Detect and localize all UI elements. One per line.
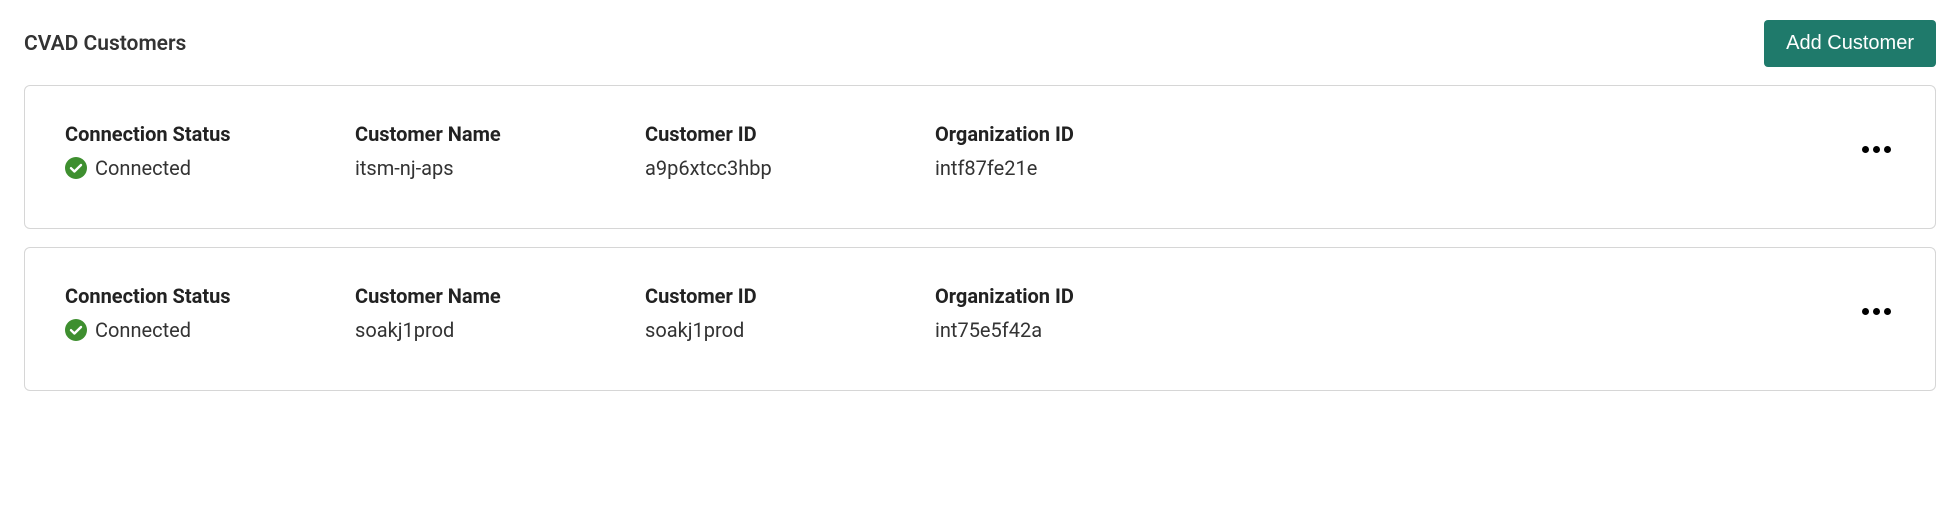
ellipsis-icon — [1873, 146, 1880, 153]
ellipsis-icon — [1862, 146, 1869, 153]
ellipsis-icon — [1873, 308, 1880, 315]
connection-status-column: Connection Status Connected — [65, 284, 355, 342]
customer-card: Connection Status Connected Customer Nam… — [24, 247, 1936, 391]
customer-card: Connection Status Connected Customer Nam… — [24, 85, 1936, 229]
customer-list: Connection Status Connected Customer Nam… — [24, 85, 1936, 391]
customer-fields: Connection Status Connected Customer Nam… — [65, 284, 1235, 342]
organization-id-label: Organization ID — [935, 284, 1235, 308]
customer-id-value: a9p6xtcc3hbp — [645, 156, 935, 180]
customer-id-label: Customer ID — [645, 284, 935, 308]
organization-id-value: intf87fe21e — [935, 156, 1235, 180]
customer-id-column: Customer ID a9p6xtcc3hbp — [645, 122, 935, 180]
check-circle-icon — [65, 319, 87, 341]
more-actions-button[interactable] — [1858, 298, 1895, 325]
customer-name-column: Customer Name soakj1prod — [355, 284, 645, 342]
customer-name-column: Customer Name itsm-nj-aps — [355, 122, 645, 180]
connection-status-label: Connection Status — [65, 122, 355, 146]
more-actions-button[interactable] — [1858, 136, 1895, 163]
ellipsis-icon — [1884, 146, 1891, 153]
customer-id-label: Customer ID — [645, 122, 935, 146]
connection-status-text: Connected — [95, 156, 191, 180]
customer-fields: Connection Status Connected Customer Nam… — [65, 122, 1235, 180]
customer-name-value: itsm-nj-aps — [355, 156, 645, 180]
connection-status-text: Connected — [95, 318, 191, 342]
connection-status-value: Connected — [65, 156, 355, 180]
customer-name-label: Customer Name — [355, 122, 645, 146]
check-circle-icon — [65, 157, 87, 179]
add-customer-button[interactable]: Add Customer — [1764, 20, 1936, 67]
header-row: CVAD Customers Add Customer — [24, 20, 1936, 67]
connection-status-value: Connected — [65, 318, 355, 342]
customer-name-label: Customer Name — [355, 284, 645, 308]
customer-id-column: Customer ID soakj1prod — [645, 284, 935, 342]
customer-id-value: soakj1prod — [645, 318, 935, 342]
organization-id-label: Organization ID — [935, 122, 1235, 146]
page-title: CVAD Customers — [24, 32, 186, 56]
organization-id-value: int75e5f42a — [935, 318, 1235, 342]
organization-id-column: Organization ID int75e5f42a — [935, 284, 1235, 342]
ellipsis-icon — [1884, 308, 1891, 315]
connection-status-label: Connection Status — [65, 284, 355, 308]
ellipsis-icon — [1862, 308, 1869, 315]
organization-id-column: Organization ID intf87fe21e — [935, 122, 1235, 180]
connection-status-column: Connection Status Connected — [65, 122, 355, 180]
customer-name-value: soakj1prod — [355, 318, 645, 342]
